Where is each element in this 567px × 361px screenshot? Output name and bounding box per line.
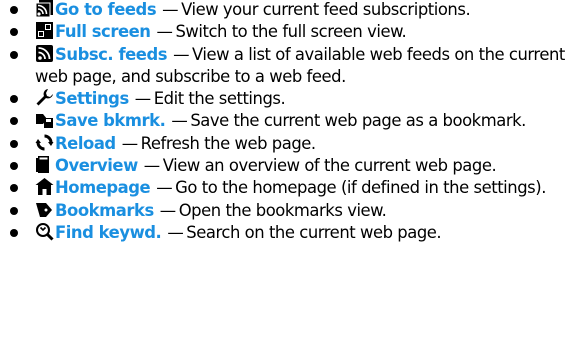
feature-list: Go to feeds — View your current feed subsc… [0, 0, 567, 244]
bullet [10, 28, 18, 37]
bullet [10, 6, 18, 14]
list-item: Homepage — Go to the homepage (if defined … [0, 177, 567, 199]
bullet [10, 228, 18, 237]
separator: — [156, 22, 173, 42]
reload-icon [35, 133, 54, 152]
item-description: Refresh the web page. [140, 133, 316, 153]
item-description: View an overview of the current web page… [162, 156, 497, 176]
list-item: Settings — Edit the settings. [0, 88, 567, 110]
bullet [10, 50, 18, 59]
wrench-icon [35, 88, 54, 107]
separator: — [143, 156, 160, 176]
list-item: Overview — View an overview of the current… [0, 155, 567, 177]
item-description: Save the current web page as a bookmark. [190, 111, 526, 131]
menu-item-label: Settings [55, 89, 129, 109]
overview-icon [35, 155, 54, 174]
menu-item-label: Homepage [55, 178, 151, 198]
item-description: Go to the homepage (if defined in the se… [175, 178, 546, 198]
menu-item-label: Overview [55, 156, 138, 176]
fullscreen-icon [35, 21, 54, 40]
list-item: Bookmarks — Open the bookmarks view. [0, 200, 567, 222]
menu-item-label: Find keywd. [55, 222, 162, 242]
menu-item-label: Bookmarks [55, 200, 154, 220]
list-item: Subsc. feeds — View a list of available we… [0, 44, 567, 89]
save-bookmark-icon [35, 110, 54, 129]
separator: — [159, 200, 176, 220]
separator: — [162, 0, 179, 19]
separator: — [121, 133, 138, 153]
list-item: Save bkmrk. — Save the current web page as… [0, 110, 567, 132]
separator: — [171, 111, 188, 131]
separator: — [167, 222, 184, 242]
separator: — [173, 44, 190, 64]
item-description: Search on the current web page. [186, 222, 442, 242]
item-description: Switch to the full screen view. [175, 22, 407, 42]
menu-item-label: Save bkmrk. [55, 111, 166, 131]
home-icon [35, 177, 54, 196]
feeds-icon [35, 0, 54, 18]
item-description: Edit the settings. [153, 89, 286, 109]
separator: — [156, 178, 173, 198]
menu-item-label: Reload [55, 133, 116, 153]
bullet [10, 95, 18, 104]
list-item: Full screen — Switch to the full screen vi… [0, 21, 567, 43]
separator: — [134, 89, 151, 109]
menu-item-label: Go to feeds [55, 0, 157, 19]
list-item: Go to feeds — View your current feed subsc… [0, 0, 567, 21]
bullet [10, 117, 18, 126]
bullet [10, 139, 18, 148]
bullet [10, 184, 18, 193]
menu-item-label: Full screen [55, 22, 151, 42]
item-description: Open the bookmarks view. [178, 200, 387, 220]
bullet [10, 206, 18, 215]
list-item: Reload — Refresh the web page. [0, 133, 567, 155]
item-description: View your current feed subscriptions. [181, 0, 471, 19]
menu-item-label: Subsc. feeds [55, 44, 168, 64]
find-icon [35, 222, 54, 241]
bullet [10, 162, 18, 171]
bookmark-icon [35, 200, 54, 219]
list-item: Find keywd. — Search on the current web pa… [0, 222, 567, 244]
rss-icon [35, 44, 54, 63]
